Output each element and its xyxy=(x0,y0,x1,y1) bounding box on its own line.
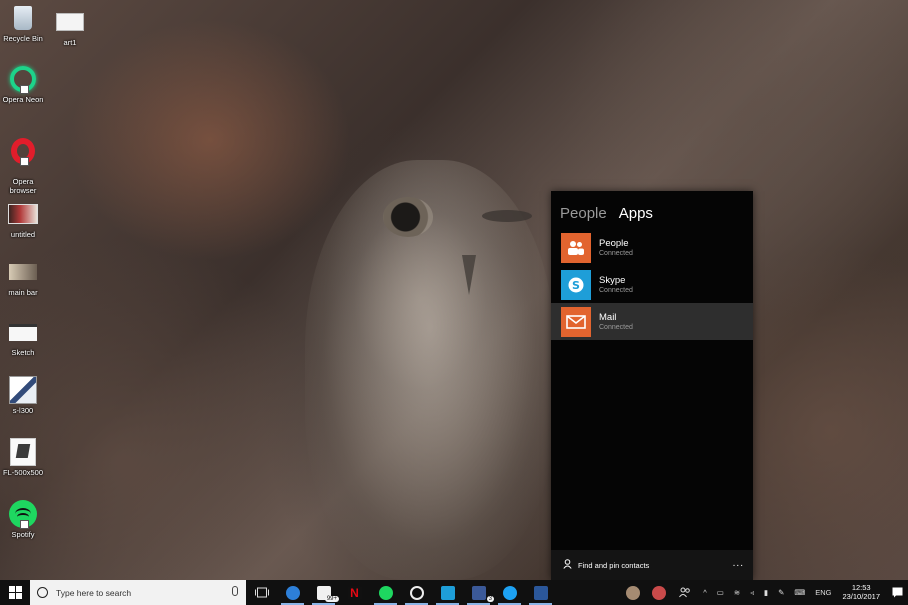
search-placeholder: Type here to search xyxy=(56,587,132,598)
opera-neon-icon xyxy=(8,65,38,94)
desktop-icon-label: art1 xyxy=(63,38,77,47)
notification-icon xyxy=(892,587,902,598)
taskbar-word[interactable] xyxy=(525,580,556,605)
wallpaper-owl-eye xyxy=(383,197,433,237)
app-status: Connected xyxy=(599,323,633,331)
app-status: Connected xyxy=(599,249,633,257)
keyboard-icon[interactable]: ⌨ xyxy=(794,588,805,597)
taskbar-edge[interactable] xyxy=(277,580,308,605)
chevron-up-icon[interactable]: ^ xyxy=(703,588,707,597)
image-file-icon xyxy=(8,200,38,228)
skype-icon: S xyxy=(561,269,591,300)
desktop-icon-opera-neon[interactable]: Opera Neon xyxy=(0,65,53,104)
wallpaper-owl-beak xyxy=(462,255,476,295)
tray-avatar-2[interactable] xyxy=(646,580,672,605)
tab-apps[interactable]: Apps xyxy=(619,205,653,229)
start-button[interactable] xyxy=(0,580,30,605)
desktop-icon-label: main bar xyxy=(8,288,38,297)
find-and-pin-contacts-link[interactable]: Find and pin contacts xyxy=(578,561,649,570)
desktop-icon-sketch[interactable]: Sketch xyxy=(0,318,53,357)
people-icon xyxy=(561,232,591,263)
avatar-icon xyxy=(626,585,641,600)
spotify-icon xyxy=(8,500,38,529)
app-name: Skype xyxy=(599,275,626,287)
desktop-icon-fl-500x500[interactable]: FL-500x500 xyxy=(0,438,53,477)
opera-icon xyxy=(8,137,38,167)
language-indicator[interactable]: ENG xyxy=(815,588,831,597)
taskbar-facebook[interactable]: 3 xyxy=(463,580,494,605)
facebook-icon xyxy=(471,585,486,600)
desktop-icon-label: s-l300 xyxy=(12,406,34,415)
image-file-icon xyxy=(55,8,85,36)
pen-icon[interactable]: ✎ xyxy=(778,588,784,597)
desktop-icon-label: Opera Neon xyxy=(2,95,44,104)
notification-badge: 3 xyxy=(486,596,494,602)
taskbar-search-box[interactable]: Type here to search xyxy=(30,580,246,605)
app-row-skype[interactable]: S Skype Connected xyxy=(551,266,753,303)
desktop-icon-label: Spotify xyxy=(11,530,35,539)
taskbar-netflix[interactable]: N xyxy=(339,580,370,605)
recycle-bin-icon xyxy=(8,4,38,32)
tablet-icon[interactable]: ▭ xyxy=(717,588,724,597)
people-bar-button[interactable] xyxy=(672,580,698,605)
clock[interactable]: 12:53 23/10/2017 xyxy=(842,583,880,601)
mail-icon xyxy=(561,306,591,337)
windows-logo-icon xyxy=(8,586,22,599)
tab-people[interactable]: People xyxy=(560,205,607,229)
app-name: Mail xyxy=(599,312,617,324)
wallpaper-owl-eye-closed xyxy=(482,210,532,222)
desktop-icon-untitled[interactable]: untitled xyxy=(0,200,53,239)
action-center-button[interactable] xyxy=(886,580,908,605)
people-panel-tabs: People Apps xyxy=(551,191,753,229)
desktop-icon-s-l300[interactable]: s-l300 xyxy=(0,376,53,415)
desktop-icon-opera-browser[interactable]: Opera browser xyxy=(0,128,53,205)
system-tray: ^ ▭ ≋ ◃ ▮ ✎ ⌨ ENG 12:53 23/10/2017 xyxy=(620,580,908,605)
app-row-people[interactable]: People Connected xyxy=(551,229,753,266)
app-row-mail[interactable]: Mail Connected xyxy=(551,303,753,340)
svg-text:S: S xyxy=(572,279,580,292)
image-file-icon xyxy=(8,258,38,286)
groove-icon xyxy=(409,585,424,600)
people-icon xyxy=(679,587,691,598)
taskbar-facebook-like[interactable]: 99+ xyxy=(308,580,339,605)
person-icon xyxy=(563,559,572,571)
volume-icon[interactable]: ◃ xyxy=(750,588,754,597)
taskbar-twitter[interactable] xyxy=(494,580,525,605)
desktop-icon-spotify[interactable]: Spotify xyxy=(0,500,53,539)
taskbar-groove[interactable] xyxy=(401,580,432,605)
avatar-icon xyxy=(652,585,667,600)
twitter-icon xyxy=(502,585,517,600)
taskbar: Type here to search 99+ N 3 ^ ▭ ≋ ◃ ▮ ✎ … xyxy=(0,580,908,605)
task-view-button[interactable] xyxy=(246,580,277,605)
people-panel-footer: Find and pin contacts ... xyxy=(551,550,753,580)
word-icon xyxy=(533,585,548,600)
image-file-icon xyxy=(8,318,38,346)
task-view-icon xyxy=(254,587,269,598)
app-name: People xyxy=(599,238,629,250)
spotify-icon xyxy=(378,585,393,600)
desktop-icon-label: FL-500x500 xyxy=(2,468,44,477)
people-panel: People Apps People Connected S Skype Con… xyxy=(551,191,753,580)
tray-avatar-1[interactable] xyxy=(620,580,646,605)
image-file-icon xyxy=(8,376,38,404)
wifi-icon[interactable]: ≋ xyxy=(734,588,740,597)
desktop-icon-label: Opera browser xyxy=(9,176,37,196)
clock-date: 23/10/2017 xyxy=(842,591,880,601)
more-options-button[interactable]: ... xyxy=(733,558,744,569)
battery-icon[interactable]: ▮ xyxy=(764,588,768,597)
microphone-icon[interactable] xyxy=(232,586,238,596)
notification-badge: 99+ xyxy=(324,596,339,602)
netflix-icon: N xyxy=(347,585,362,600)
taskbar-skype[interactable] xyxy=(432,580,463,605)
taskbar-spotify[interactable] xyxy=(370,580,401,605)
edge-icon xyxy=(285,585,300,600)
desktop-icon-main-bar[interactable]: main bar xyxy=(0,258,53,297)
desktop-icon-label: Sketch xyxy=(11,348,35,357)
desktop-icon-art1[interactable]: art1 xyxy=(40,8,100,47)
image-file-icon xyxy=(8,438,38,466)
cortana-icon xyxy=(37,587,48,598)
skype-icon xyxy=(440,585,455,600)
desktop-icon-label: untitled xyxy=(10,230,36,239)
app-status: Connected xyxy=(599,286,633,294)
